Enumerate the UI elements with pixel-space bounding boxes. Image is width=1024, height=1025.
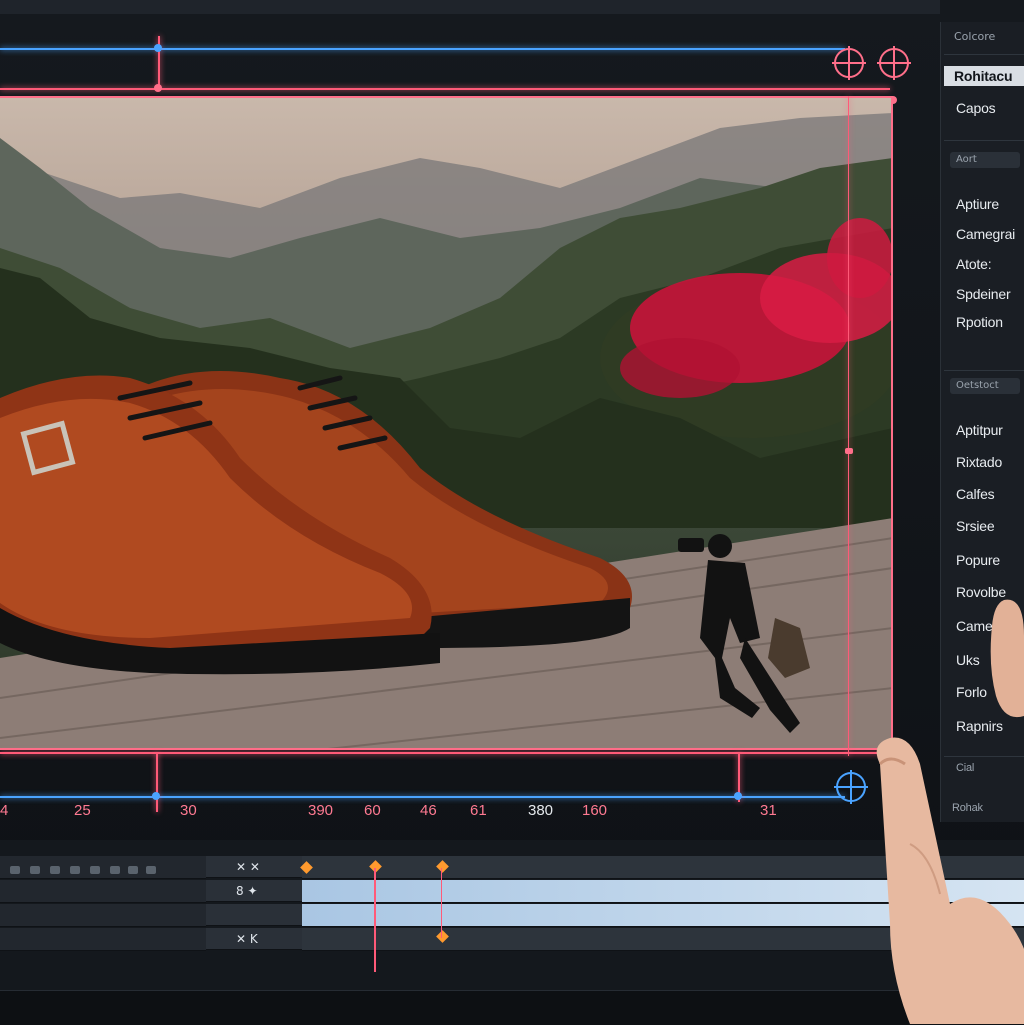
panel-divider: [944, 54, 1024, 55]
ruler-label: 25: [74, 802, 91, 819]
ruler-label: 160: [582, 802, 608, 819]
panel-item[interactable]: Capos: [956, 100, 996, 116]
track-toggle-button[interactable]: [10, 866, 20, 874]
bottom-blue-guide[interactable]: [0, 796, 845, 798]
panel-section-header[interactable]: Oetstoct: [950, 378, 1020, 394]
panel-section-header[interactable]: Aort: [950, 152, 1020, 168]
guide-handle-icon[interactable]: [154, 44, 162, 52]
ruler-label: 60: [364, 802, 381, 819]
right-pink-guide[interactable]: [848, 96, 849, 756]
track-controls[interactable]: ✕ K: [206, 928, 302, 950]
track-toggle-button[interactable]: [110, 866, 120, 874]
panel-item-active[interactable]: Rohitacu: [944, 66, 1024, 86]
keyframe-guide: [441, 868, 442, 938]
panel-item[interactable]: Atote:: [956, 256, 992, 272]
ruler-label: 380: [528, 802, 554, 819]
panel-item[interactable]: Aptiure: [956, 196, 999, 212]
guide-handle-icon[interactable]: [152, 792, 160, 800]
panel-item[interactable]: Forlo: [956, 684, 987, 700]
panel-divider: [944, 140, 1024, 141]
hand-overlay: [876, 737, 1024, 1024]
panel-item[interactable]: Rpotion: [956, 314, 1003, 330]
ruler-label: 61: [470, 802, 487, 819]
panel-item[interactable]: Popure: [956, 552, 1000, 568]
panel-item[interactable]: Spdeiner: [956, 286, 1011, 302]
top-blue-guide[interactable]: [0, 48, 845, 50]
panel-item[interactable]: Uks: [956, 652, 980, 668]
track-header[interactable]: [0, 928, 206, 951]
panel-item[interactable]: Rixtado: [956, 454, 1002, 470]
top-pink-guide[interactable]: [0, 88, 890, 90]
track-toggle-button[interactable]: [146, 866, 156, 874]
track-header[interactable]: [0, 904, 206, 927]
panel-item[interactable]: Aptitpur: [956, 422, 1003, 438]
track-toggle-button[interactable]: [70, 866, 80, 874]
bottom-left-marker[interactable]: [156, 752, 158, 812]
panel-item[interactable]: Calfes: [956, 486, 995, 502]
track-controls[interactable]: [206, 904, 302, 926]
panel-item[interactable]: Camegrai: [956, 226, 1015, 242]
panel-item[interactable]: Srsiee: [956, 518, 995, 534]
ruler-label: 46: [420, 802, 437, 819]
crosshair-target-icon[interactable]: [879, 48, 909, 78]
playhead-icon[interactable]: [374, 868, 376, 972]
track-toggle-button[interactable]: [30, 866, 40, 874]
panel-header: Colcore: [954, 30, 996, 43]
guide-handle-icon[interactable]: [154, 84, 162, 92]
video-editor-window: 4 25 30 390 60 46 61 380 160 31 Colcore …: [0, 0, 1024, 1025]
landscape-illustration: [0, 113, 891, 748]
bottom-pink-guide[interactable]: [0, 752, 893, 754]
track-controls[interactable]: ✕ ✕: [206, 856, 302, 878]
guide-handle-icon[interactable]: [734, 792, 742, 800]
panel-divider: [944, 370, 1024, 371]
finger-overlay: [990, 599, 1024, 718]
ruler-label: 4: [0, 802, 9, 819]
guide-handle-icon[interactable]: [845, 448, 853, 454]
ruler-label: 31: [760, 802, 777, 819]
ruler-label: 390: [308, 802, 334, 819]
track-toggle-button[interactable]: [128, 866, 138, 874]
scene-image: [0, 98, 891, 748]
track-header[interactable]: [0, 880, 206, 903]
track-controls[interactable]: 8 ✦: [206, 880, 302, 902]
track-toggle-button[interactable]: [90, 866, 100, 874]
preview-canvas[interactable]: [0, 96, 893, 750]
ruler-label: 30: [180, 802, 197, 819]
crosshair-target-icon[interactable]: [834, 48, 864, 78]
top-toolbar-strip: [0, 0, 940, 14]
track-toggle-button[interactable]: [50, 866, 60, 874]
